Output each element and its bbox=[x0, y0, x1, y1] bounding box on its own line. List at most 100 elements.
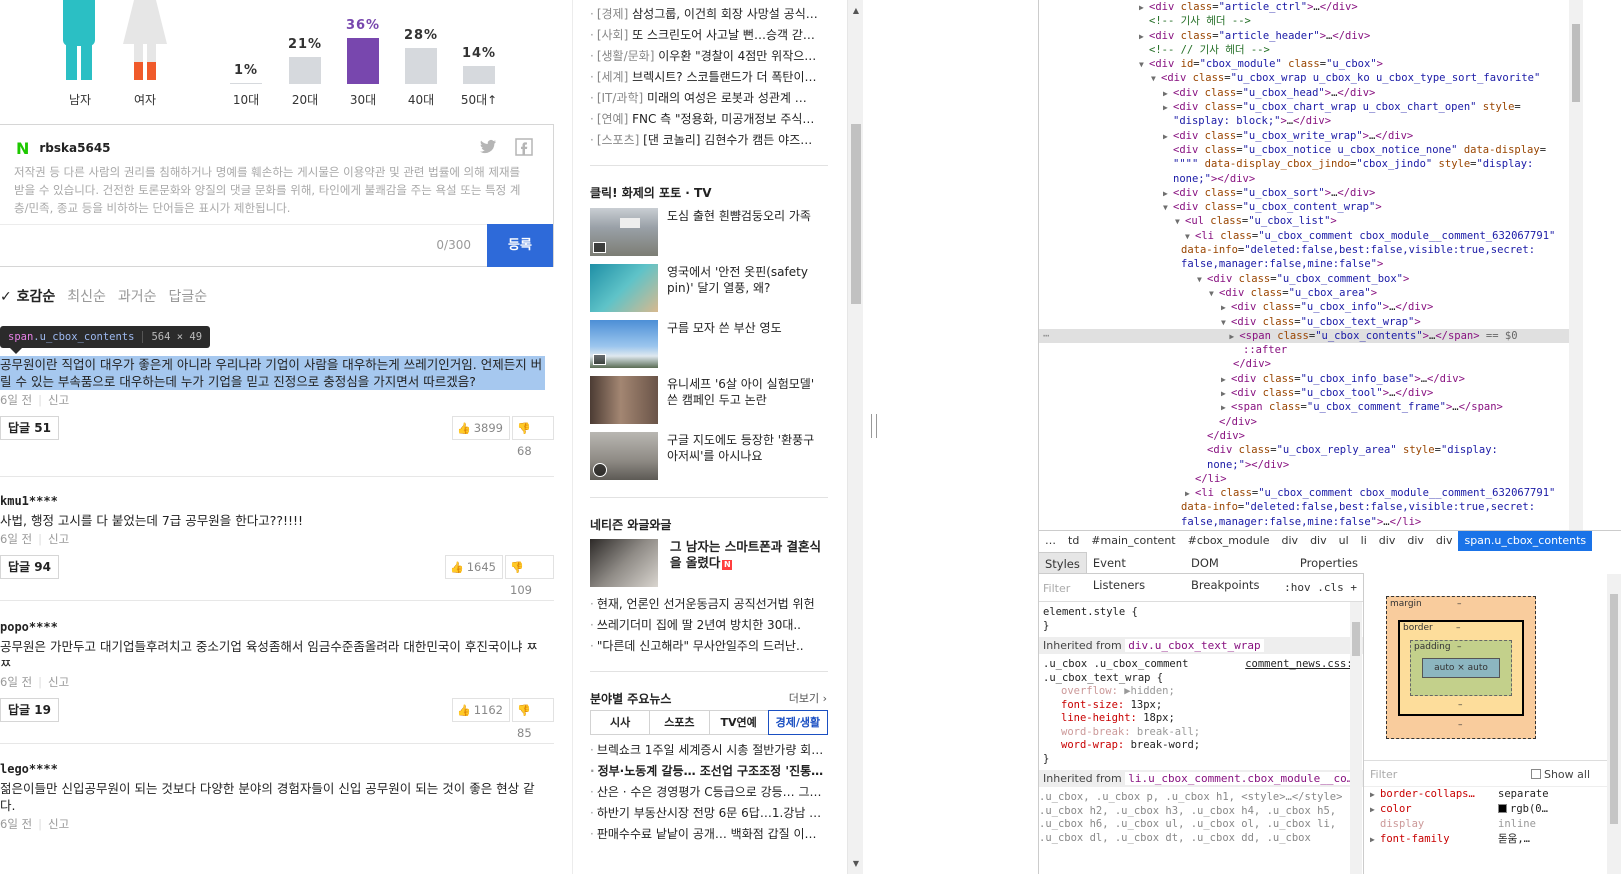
computed-row[interactable]: display inline bbox=[1364, 817, 1621, 832]
tab-entertainment[interactable]: TV연예 bbox=[709, 711, 769, 734]
scrollbar-thumb[interactable] bbox=[1610, 594, 1618, 824]
netizen-item[interactable]: "다른데 신고해라" 무사안일주의 드러난.. bbox=[590, 636, 828, 657]
computed-filter[interactable]: Filter Show all bbox=[1364, 761, 1621, 787]
css-prop[interactable]: word-break: break-all; bbox=[1043, 726, 1359, 740]
breadcrumb-item[interactable]: div bbox=[1276, 534, 1305, 547]
scrollbar-thumb[interactable] bbox=[1352, 622, 1360, 656]
sort-option-oldest[interactable]: 과거순 bbox=[118, 286, 157, 306]
photo-item[interactable]: 도심 출현 흰뺨검둥오리 가족 bbox=[590, 208, 828, 258]
dom-tree[interactable]: ▶ <div class="article_ctrl">…</div> <!-- … bbox=[1039, 0, 1569, 530]
comment-notice[interactable]: 저작권 등 다른 사람의 권리를 침해하거나 명예를 훼손하는 게시물은 이용약… bbox=[14, 163, 534, 217]
css-rule[interactable]: .u_cbox, .u_cbox p, .u_cbox h1, <style>…… bbox=[1039, 787, 1363, 849]
breadcrumb-item[interactable]: div bbox=[1304, 534, 1333, 547]
photo-item[interactable]: 구글 지도에도 등장한 '환풍구 아저씨'를 아시나요 bbox=[590, 432, 828, 482]
computed-scrollbar[interactable] bbox=[1607, 574, 1621, 874]
news-item[interactable]: [세계] 브렉시트? 스코틀랜드가 더 폭탄이… bbox=[590, 67, 828, 88]
sort-option-latest[interactable]: 최신순 bbox=[67, 286, 106, 306]
main-news-item[interactable]: 하반기 부동산시장 전망 6문 6답…1.강남 … bbox=[590, 803, 828, 824]
breadcrumb-item-active[interactable]: span.u_cbox_contents bbox=[1458, 530, 1593, 551]
breadcrumb-item[interactable]: ul bbox=[1333, 534, 1355, 547]
submit-button[interactable]: 등록 bbox=[487, 224, 553, 267]
breadcrumb-item[interactable]: … bbox=[1039, 534, 1062, 547]
css-prop[interactable]: font-size: 13px; bbox=[1043, 699, 1359, 713]
downvote-button[interactable]: 👎 85 bbox=[512, 698, 554, 740]
show-all-checkbox[interactable]: Show all bbox=[1530, 768, 1590, 781]
css-prop[interactable]: word-wrap: break-word; bbox=[1043, 739, 1359, 753]
scroll-down-arrow[interactable]: ▼ bbox=[848, 859, 863, 868]
news-item[interactable]: [연예] FNC 측 "정용화, 미공개정보 주식… bbox=[590, 109, 828, 130]
computed-row[interactable]: ▶ color rgb(0… bbox=[1364, 802, 1621, 817]
tab-economy[interactable]: 경제/생활 bbox=[767, 710, 828, 735]
sort-option-selected[interactable]: ✓ 호감순 bbox=[0, 286, 55, 306]
main-news-item[interactable]: 정부·노동계 갈등… 조선업 구조조정 '진통… bbox=[590, 761, 828, 782]
comment-author[interactable]: lego**** bbox=[0, 762, 554, 776]
report-link[interactable]: 신고 bbox=[48, 393, 69, 407]
upvote-button[interactable]: 👍 1645 bbox=[445, 555, 503, 579]
main-news-item[interactable]: 브렉쇼크 1주일 세계증시 시총 절반가량 회… bbox=[590, 740, 828, 761]
css-prop[interactable]: overflow: ▶hidden; bbox=[1043, 685, 1359, 699]
splitter-grip-icon[interactable] bbox=[871, 414, 877, 438]
filter-input[interactable]: Filter bbox=[1043, 582, 1070, 595]
scrollbar-thumb[interactable] bbox=[1572, 24, 1580, 102]
breadcrumb-item[interactable]: div bbox=[1430, 534, 1459, 547]
upvote-button[interactable]: 👍 1162 bbox=[452, 698, 510, 722]
sort-option-replies[interactable]: 답글순 bbox=[169, 286, 208, 306]
inherited-ref[interactable]: li.u_cbox_comment.cbox_module__co… bbox=[1125, 772, 1357, 785]
tab-styles[interactable]: Styles bbox=[1039, 552, 1087, 573]
scroll-up-arrow[interactable]: ▲ bbox=[848, 6, 863, 15]
netizen-feature[interactable]: 그 남자는 스마트폰과 결혼식을 올렸다 N bbox=[590, 539, 828, 589]
tab-dom-breakpoints[interactable]: DOM Breakpoints bbox=[1185, 552, 1294, 592]
comment-author[interactable]: kmu1**** bbox=[0, 494, 554, 508]
css-prop[interactable]: line-height: 18px; bbox=[1043, 712, 1359, 726]
news-item[interactable]: [생활/문화] 이우환 "경찰이 4점만 위작으… bbox=[590, 46, 828, 67]
downvote-button[interactable]: 👎 109 bbox=[505, 555, 554, 597]
filter-tools[interactable]: :hov .cls + bbox=[1284, 581, 1357, 594]
reply-button[interactable]: 답글 51 bbox=[0, 416, 59, 440]
reply-button[interactable]: 답글 94 bbox=[0, 555, 59, 579]
main-news-item[interactable]: 산은 · 수은 경영평가 C등급으로 강등… 그… bbox=[590, 782, 828, 803]
news-item[interactable]: [IT/과학] 미래의 여성은 로봇과 성관계 … bbox=[590, 88, 828, 109]
news-item[interactable]: [스포츠] [댄 코놀리] 김현수가 캠든 야즈… bbox=[590, 130, 828, 151]
report-link[interactable]: 신고 bbox=[48, 532, 69, 546]
reply-button[interactable]: 답글 19 bbox=[0, 698, 59, 722]
computed-row[interactable]: ▶ font-family 돋움,… bbox=[1364, 832, 1621, 847]
breadcrumb-item[interactable]: div bbox=[1373, 534, 1402, 547]
photo-item[interactable]: 구름 모자 쓴 부산 영도 bbox=[590, 320, 828, 370]
styles-filter[interactable]: Filter :hov .cls + bbox=[1039, 574, 1363, 602]
more-link[interactable]: 더보기 › bbox=[789, 690, 827, 706]
twitter-icon[interactable] bbox=[478, 137, 498, 157]
breadcrumb-item[interactable]: #cbox_module bbox=[1182, 534, 1276, 547]
inherited-ref[interactable]: div.u_cbox_text_wrap bbox=[1125, 639, 1264, 652]
downvote-button[interactable]: 👎 68 bbox=[512, 416, 554, 458]
netizen-item[interactable]: 현재, 언론인 선거운동금지 공직선거법 위헌 bbox=[590, 594, 828, 615]
element-style-rule[interactable]: element.style {} bbox=[1039, 602, 1363, 637]
tab-sports[interactable]: 스포츠 bbox=[650, 711, 710, 734]
breadcrumb-item[interactable]: #main_content bbox=[1085, 534, 1181, 547]
computed-row[interactable]: ▶ border-collaps… separate bbox=[1364, 787, 1621, 802]
css-rule[interactable]: comment_news.css:3 .u_cbox .u_cbox_commen… bbox=[1039, 654, 1363, 770]
rule-source-link[interactable]: comment_news.css:3 bbox=[1245, 658, 1359, 672]
news-item[interactable]: [사회] 또 스크린도어 사고날 뻔…승객 갇… bbox=[590, 25, 828, 46]
report-link[interactable]: 신고 bbox=[48, 675, 69, 689]
pane-splitter[interactable] bbox=[863, 0, 1038, 874]
facebook-icon[interactable] bbox=[514, 137, 534, 157]
main-news-item[interactable]: 판매수수료 낱낱이 공개… 백화점 갑질 이… bbox=[590, 824, 828, 845]
comment-author[interactable]: popo**** bbox=[0, 620, 554, 634]
breadcrumb-item[interactable]: div bbox=[1401, 534, 1430, 547]
tab-event-listeners[interactable]: Event Listeners bbox=[1087, 552, 1185, 592]
box-content[interactable]: auto × auto bbox=[1422, 658, 1500, 678]
page-scrollbar[interactable]: ▲ ▼ bbox=[847, 0, 863, 874]
tab-current-affairs[interactable]: 시사 bbox=[591, 711, 651, 734]
dom-scrollbar[interactable] bbox=[1569, 0, 1583, 530]
upvote-button[interactable]: 👍 3899 bbox=[452, 416, 510, 440]
news-item[interactable]: [경제] 삼성그룹, 이건희 회장 사망설 공식… bbox=[590, 4, 828, 25]
styles-scrollbar[interactable] bbox=[1350, 602, 1362, 874]
tab-properties[interactable]: Properties bbox=[1294, 552, 1364, 573]
scrollbar-thumb[interactable] bbox=[851, 124, 861, 304]
photo-item[interactable]: 영국에서 '안전 옷핀(safety pin)' 달기 열풍, 왜? bbox=[590, 264, 828, 314]
report-link[interactable]: 신고 bbox=[48, 817, 69, 831]
selected-dom-node[interactable]: ⋯ ▶ <span class="u_cbox_contents">…</span>… bbox=[1039, 328, 1569, 344]
breadcrumb-item[interactable]: td bbox=[1062, 534, 1085, 547]
computed-filter-input[interactable]: Filter bbox=[1370, 768, 1397, 781]
netizen-item[interactable]: 쓰레기더미 집에 딸 2년여 방치한 30대.. bbox=[590, 615, 828, 636]
